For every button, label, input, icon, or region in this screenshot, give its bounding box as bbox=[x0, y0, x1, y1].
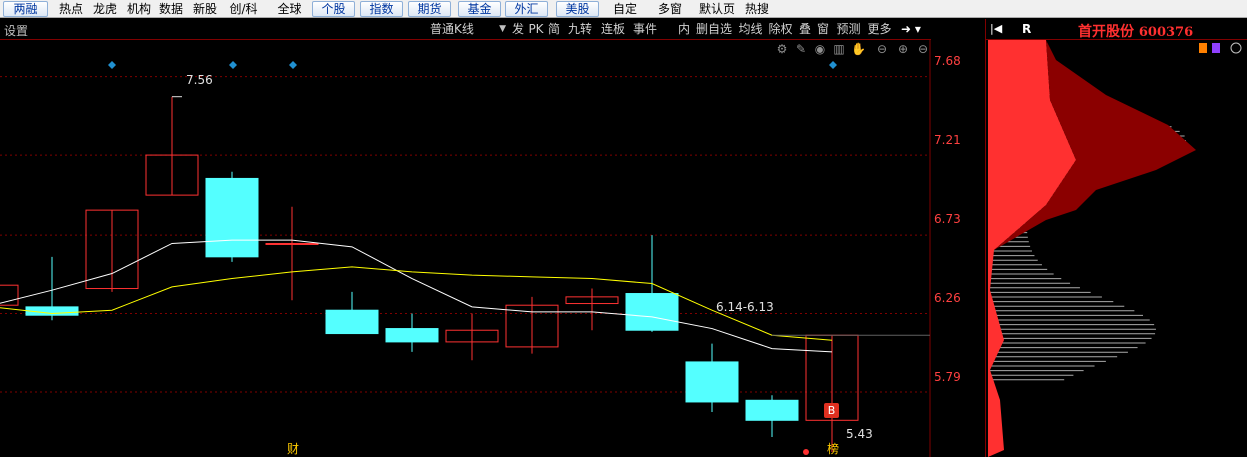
settings-gear-icon[interactable]: ⚙ bbox=[775, 42, 789, 56]
chart-toolbar: 设置 普通K线 ▼ 发 PK 简九转 连板 事件内删自选 均线 除权叠窗预测 更多 ➜ ▾ bbox=[0, 19, 931, 40]
nav-item[interactable]: 热点 bbox=[56, 0, 86, 18]
nav-item[interactable]: 新股 bbox=[190, 0, 220, 18]
y-tick-label: 6.26 bbox=[934, 291, 961, 305]
panel-header: |◀ R 首开股份 600376 bbox=[986, 19, 1247, 40]
toolbar-item[interactable]: 叠 bbox=[797, 21, 813, 38]
event-diamond bbox=[229, 61, 237, 69]
toolbar-item[interactable]: 更多 bbox=[866, 21, 893, 38]
toolbar-item[interactable]: 内 bbox=[676, 21, 692, 38]
stock-title: 首开股份 600376 bbox=[1078, 21, 1193, 41]
candle-body bbox=[685, 361, 739, 403]
toolbar-item[interactable]: 预测 bbox=[835, 21, 862, 38]
candle-body bbox=[745, 399, 799, 421]
toolbar-item[interactable]: 窗 bbox=[815, 21, 831, 38]
candle-body bbox=[625, 293, 679, 331]
hand-icon[interactable]: ✋ bbox=[851, 42, 866, 56]
event-diamond bbox=[829, 61, 837, 69]
nav-item[interactable]: 多窗 bbox=[655, 0, 685, 18]
low-price-label: 5.43 bbox=[846, 427, 873, 441]
toolbar-item[interactable]: 事件 bbox=[630, 21, 660, 38]
nav-item[interactable]: 数据 bbox=[156, 0, 186, 18]
nav-item[interactable]: 自定 bbox=[610, 0, 640, 18]
nav-item[interactable]: 机构 bbox=[124, 0, 154, 18]
collapse-left-icon[interactable]: |◀ bbox=[990, 22, 1002, 35]
nav-item[interactable]: 指数 bbox=[360, 1, 403, 17]
low-dot bbox=[803, 448, 809, 455]
y-tick-label: 5.79 bbox=[934, 370, 961, 384]
stock-name: 首开股份 bbox=[1078, 24, 1134, 40]
toolbar-item[interactable]: 均线 bbox=[737, 21, 764, 38]
pen-icon[interactable]: ✎ bbox=[794, 42, 808, 56]
candle-body bbox=[205, 177, 259, 258]
range-label: 6.14-6.13 bbox=[716, 300, 774, 314]
kline-type-select[interactable]: 普通K线 ▼ bbox=[430, 21, 508, 38]
toolbar-item[interactable]: 删自选 bbox=[694, 21, 734, 38]
chevron-down-icon: ▼ bbox=[499, 24, 506, 34]
nav-item[interactable]: 全球 bbox=[272, 0, 307, 18]
financial-event-marker[interactable]: 财 bbox=[287, 440, 299, 457]
stock-code: 600376 bbox=[1138, 25, 1194, 40]
toolbar-item[interactable]: PK bbox=[528, 21, 544, 38]
chip-distribution-panel: |◀ R 首开股份 600376 bbox=[985, 19, 1247, 457]
y-tick-label: 7.68 bbox=[934, 54, 961, 68]
chip-icon-2 bbox=[1212, 43, 1220, 53]
toolbar-item[interactable]: 连板 bbox=[598, 21, 628, 38]
top-navigation-bar: 两融 热点 龙虎 机构 数据 新股 创/科 全球 个股 指数 期货 基金 外汇 美股 自定 多窗 默认页 热搜 bbox=[0, 0, 1247, 18]
y-tick-label: 6.73 bbox=[934, 212, 961, 226]
candle-body bbox=[385, 328, 439, 343]
nav-item[interactable]: 龙虎 bbox=[90, 0, 120, 18]
zoom-reset-icon[interactable]: ⊖ bbox=[916, 42, 930, 56]
nav-item[interactable]: 美股 bbox=[556, 1, 599, 17]
chip-chart bbox=[988, 40, 1242, 457]
toolbar-item[interactable]: 发 bbox=[510, 21, 526, 38]
nav-item[interactable]: 两融 bbox=[3, 1, 48, 17]
zoom-out-icon[interactable]: ⊖ bbox=[875, 42, 889, 56]
settings-button[interactable]: 设置 bbox=[4, 22, 28, 39]
nav-item[interactable]: 创/科 bbox=[226, 0, 261, 18]
event-diamond bbox=[289, 61, 297, 69]
buy-signal-badge[interactable]: B bbox=[824, 403, 839, 418]
candle-body bbox=[265, 242, 319, 245]
nav-item[interactable]: 热搜 bbox=[742, 0, 772, 18]
nav-item[interactable]: 个股 bbox=[312, 1, 355, 17]
dragon-tiger-event-marker[interactable]: 榜 bbox=[827, 440, 839, 457]
toolbar-item[interactable]: 简 bbox=[546, 21, 562, 38]
nav-item[interactable]: 默认页 bbox=[697, 0, 737, 18]
chip-icon-1 bbox=[1199, 43, 1207, 53]
trash-icon[interactable]: ▥ bbox=[832, 42, 846, 56]
nav-item[interactable]: 期货 bbox=[408, 1, 451, 17]
high-price-label: 7.56 bbox=[186, 73, 213, 87]
candle-body bbox=[325, 309, 379, 335]
event-diamond bbox=[108, 61, 116, 69]
kline-chart[interactable] bbox=[0, 40, 985, 457]
eye-icon[interactable]: ◉ bbox=[813, 42, 827, 56]
mode-toggle[interactable]: R bbox=[1022, 22, 1031, 36]
toolbar-item[interactable]: 除权 bbox=[767, 21, 794, 38]
toolbar-item[interactable]: 九转 bbox=[565, 21, 595, 38]
zoom-in-icon[interactable]: ⊕ bbox=[896, 42, 910, 56]
kline-type-label: 普通K线 bbox=[430, 22, 474, 36]
nav-item[interactable]: 外汇 bbox=[505, 1, 548, 17]
nav-item[interactable]: 基金 bbox=[458, 1, 501, 17]
more-options-icon[interactable]: ➜ ▾ bbox=[896, 21, 926, 38]
y-tick-label: 7.21 bbox=[934, 133, 961, 147]
chip-settings-icon bbox=[1230, 42, 1242, 54]
